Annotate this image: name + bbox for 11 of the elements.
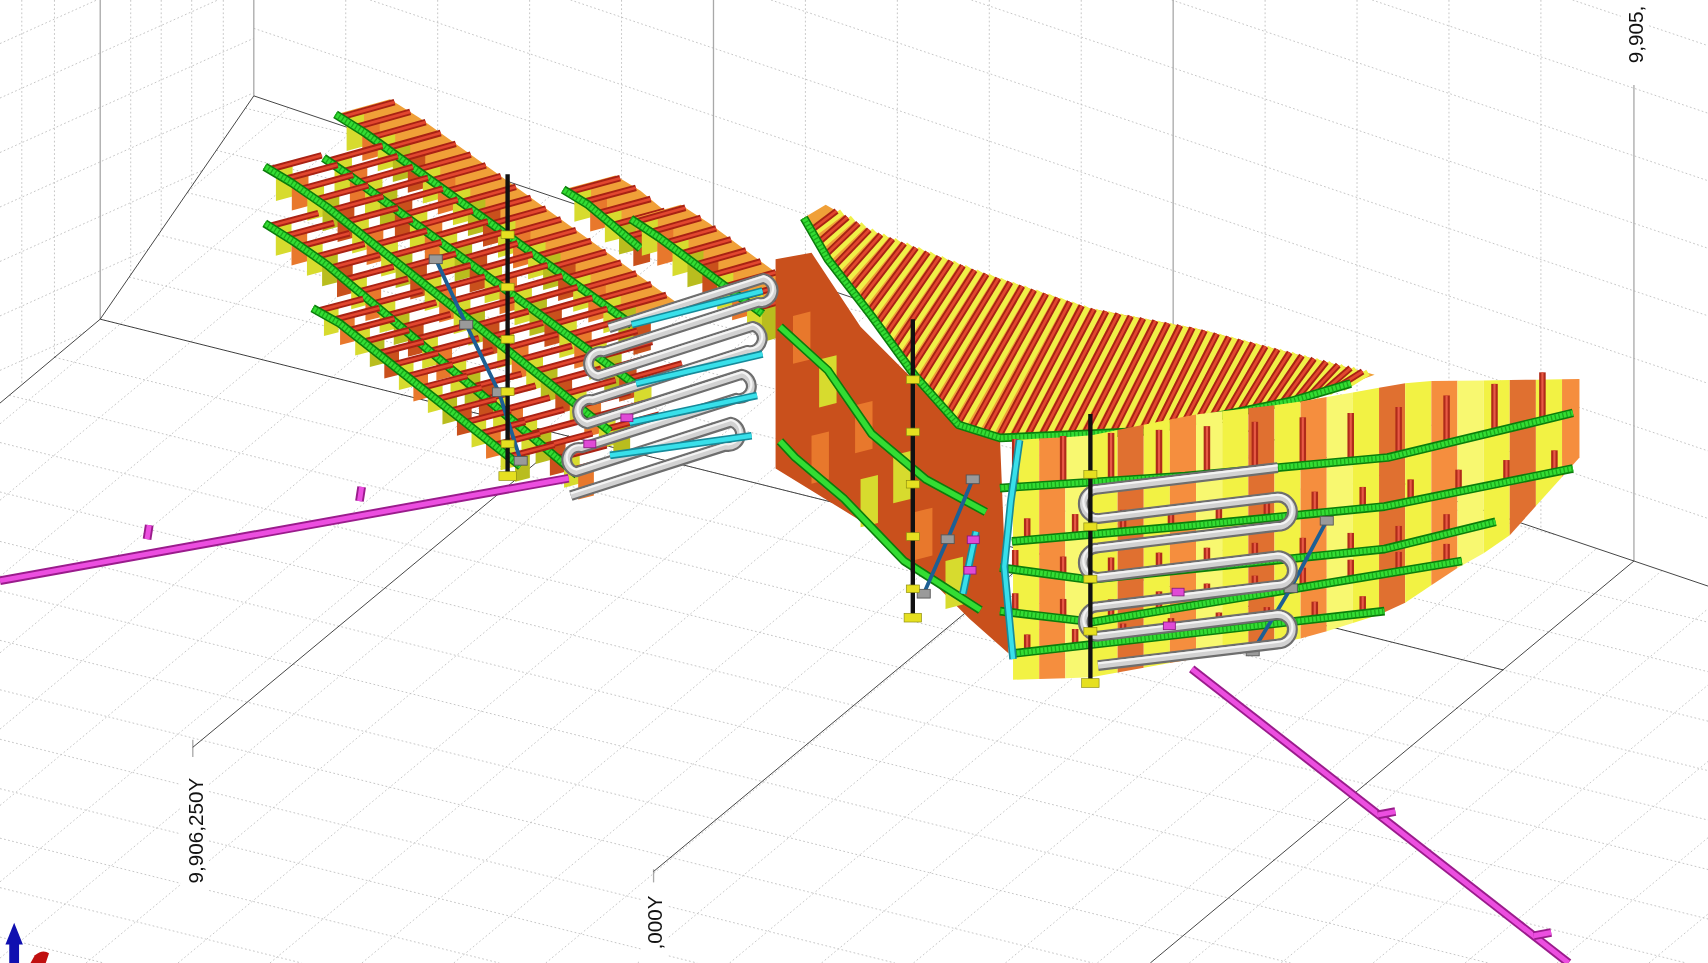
tunnel-portal: [620, 413, 634, 422]
axis-label: ,000Y: [643, 895, 667, 950]
drift-tunnel: [959, 530, 980, 595]
tunnel-portal: [1171, 587, 1185, 597]
tunnel-portal: [583, 439, 597, 449]
axis-label: 9,905,: [1623, 5, 1647, 64]
tunnel-portal: [963, 566, 977, 575]
tunnel-portal: [1162, 621, 1176, 631]
tunnel-portal: [966, 535, 980, 545]
axis-triad-icon: [5, 922, 49, 963]
axis-label: 9,906,250Y: [183, 777, 207, 884]
